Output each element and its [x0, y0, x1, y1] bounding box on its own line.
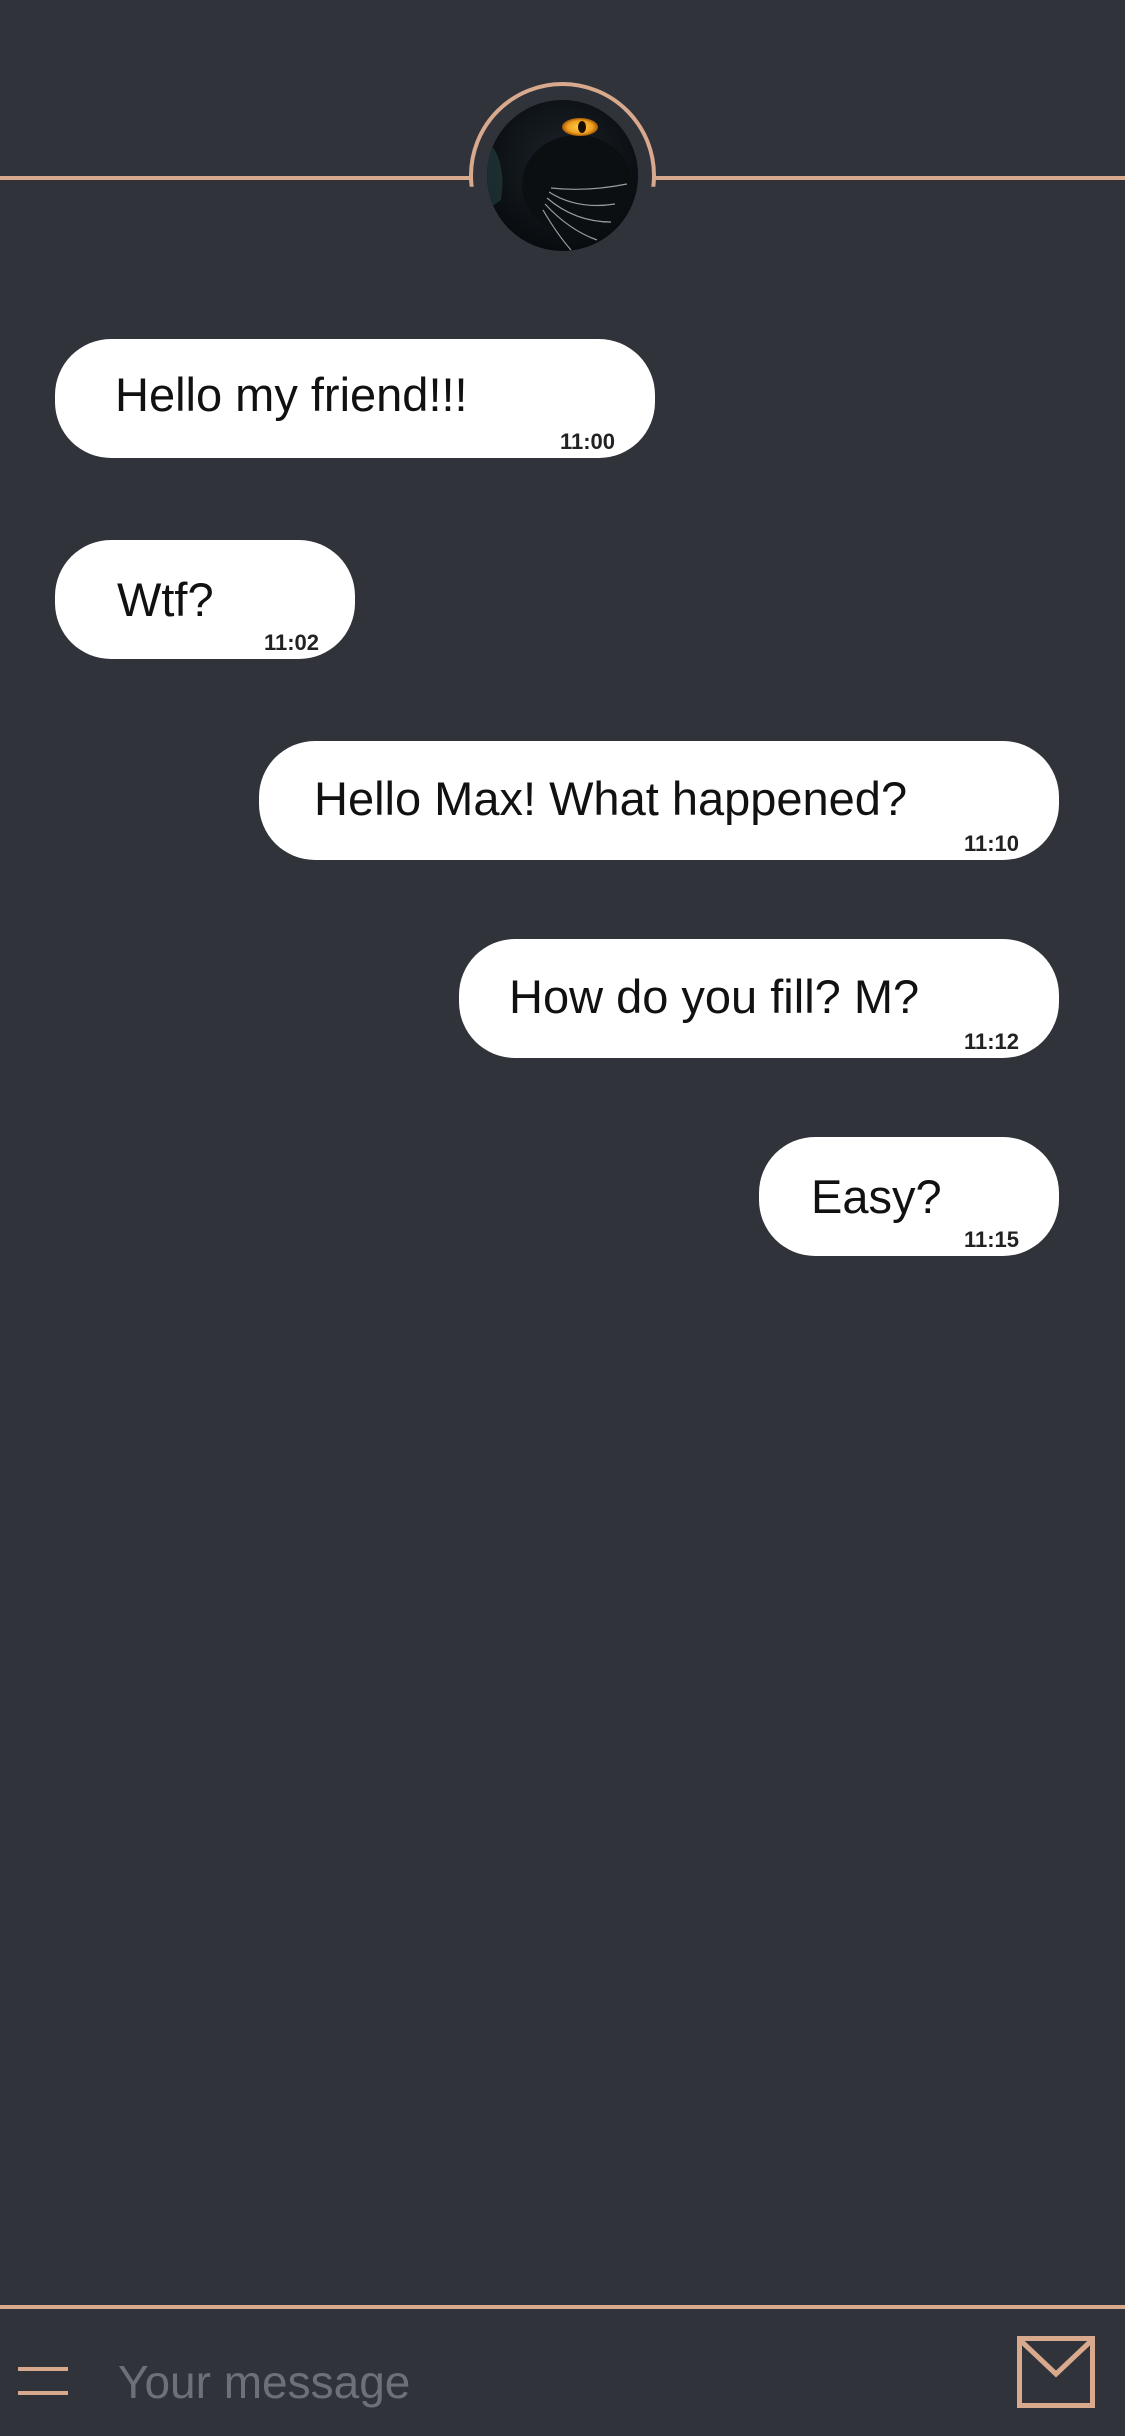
header-divider-left: [0, 176, 472, 180]
hamburger-menu-icon[interactable]: [18, 2367, 68, 2397]
message-text: How do you fill? M?: [509, 970, 920, 1023]
message-bubble-incoming[interactable]: Hello my friend!!! 11:00: [55, 339, 655, 458]
message-timestamp: 11:10: [963, 831, 1019, 856]
header-divider-right: [653, 176, 1125, 180]
message-bubble-outgoing[interactable]: Hello Max! What happened? 11:10: [259, 741, 1059, 860]
message-timestamp: 11:00: [559, 429, 615, 454]
message-timestamp: 11:15: [963, 1227, 1019, 1252]
avatar[interactable]: [487, 100, 638, 251]
message-timestamp: 11:12: [963, 1029, 1019, 1054]
message-text: Wtf?: [117, 573, 214, 626]
message-timestamp: 11:02: [263, 630, 319, 655]
message-input[interactable]: [118, 2350, 968, 2414]
message-text: Easy?: [811, 1170, 942, 1223]
envelope-icon[interactable]: [1017, 2336, 1095, 2408]
message-bubble-outgoing[interactable]: How do you fill? M? 11:12: [459, 939, 1059, 1058]
composer-divider: [0, 2305, 1125, 2309]
message-text: Hello Max! What happened?: [314, 772, 908, 825]
message-text: Hello my friend!!!: [115, 368, 468, 421]
black-cat-avatar-icon: [487, 100, 638, 251]
message-bubble-outgoing[interactable]: Easy? 11:15: [759, 1137, 1059, 1256]
message-bubble-incoming[interactable]: Wtf? 11:02: [55, 540, 355, 659]
